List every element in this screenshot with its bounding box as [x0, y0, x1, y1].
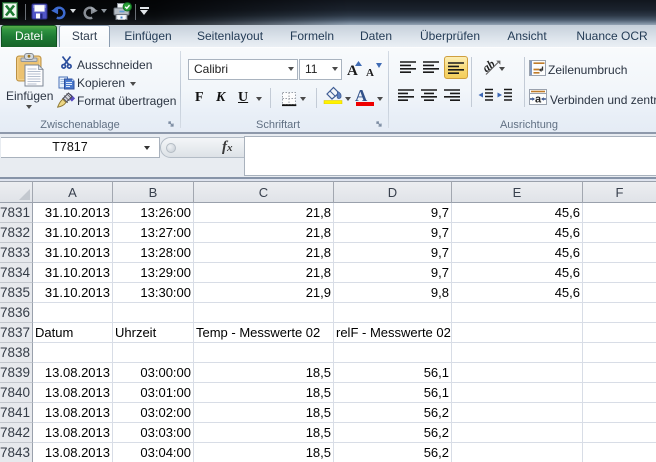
- svg-text:a: a: [535, 94, 542, 106]
- svg-text:ab: ab: [483, 58, 498, 75]
